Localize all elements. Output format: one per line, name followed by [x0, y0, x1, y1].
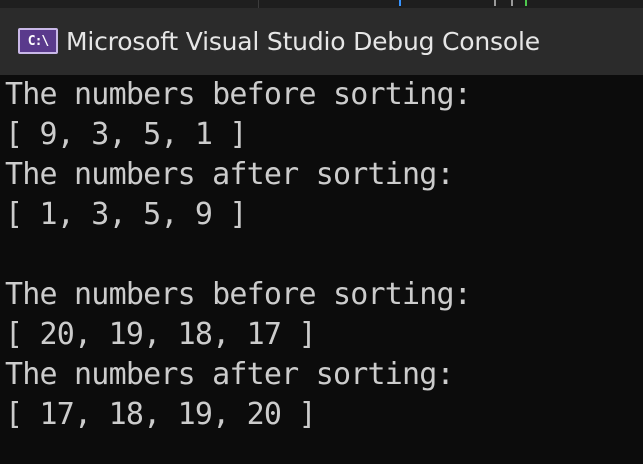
- background-editor-area: [258, 0, 643, 8]
- window-titlebar[interactable]: C:\ Microsoft Visual Studio Debug Consol…: [0, 8, 643, 75]
- console-output[interactable]: The numbers before sorting: [ 9, 3, 5, 1…: [0, 75, 643, 464]
- console-app-icon: C:\: [18, 28, 58, 54]
- editor-glyph: [494, 0, 496, 6]
- console-line: [ 1, 3, 5, 9 ]: [5, 197, 247, 232]
- console-line: The numbers before sorting:: [5, 277, 472, 312]
- console-line: [ 9, 3, 5, 1 ]: [5, 117, 247, 152]
- console-line: The numbers before sorting:: [5, 77, 472, 112]
- editor-glyph: [511, 0, 513, 6]
- console-line: The numbers after sorting:: [5, 157, 455, 192]
- console-line: [ 20, 19, 18, 17 ]: [5, 317, 317, 352]
- window-title: Microsoft Visual Studio Debug Console: [66, 26, 540, 56]
- console-app-icon-label: C:\: [27, 33, 50, 49]
- editor-glyph: [399, 0, 401, 6]
- console-line: The numbers after sorting:: [5, 357, 455, 392]
- editor-glyph: [525, 0, 527, 6]
- background-editor-strip: [0, 0, 643, 8]
- console-line: [ 17, 18, 19, 20 ]: [5, 397, 317, 432]
